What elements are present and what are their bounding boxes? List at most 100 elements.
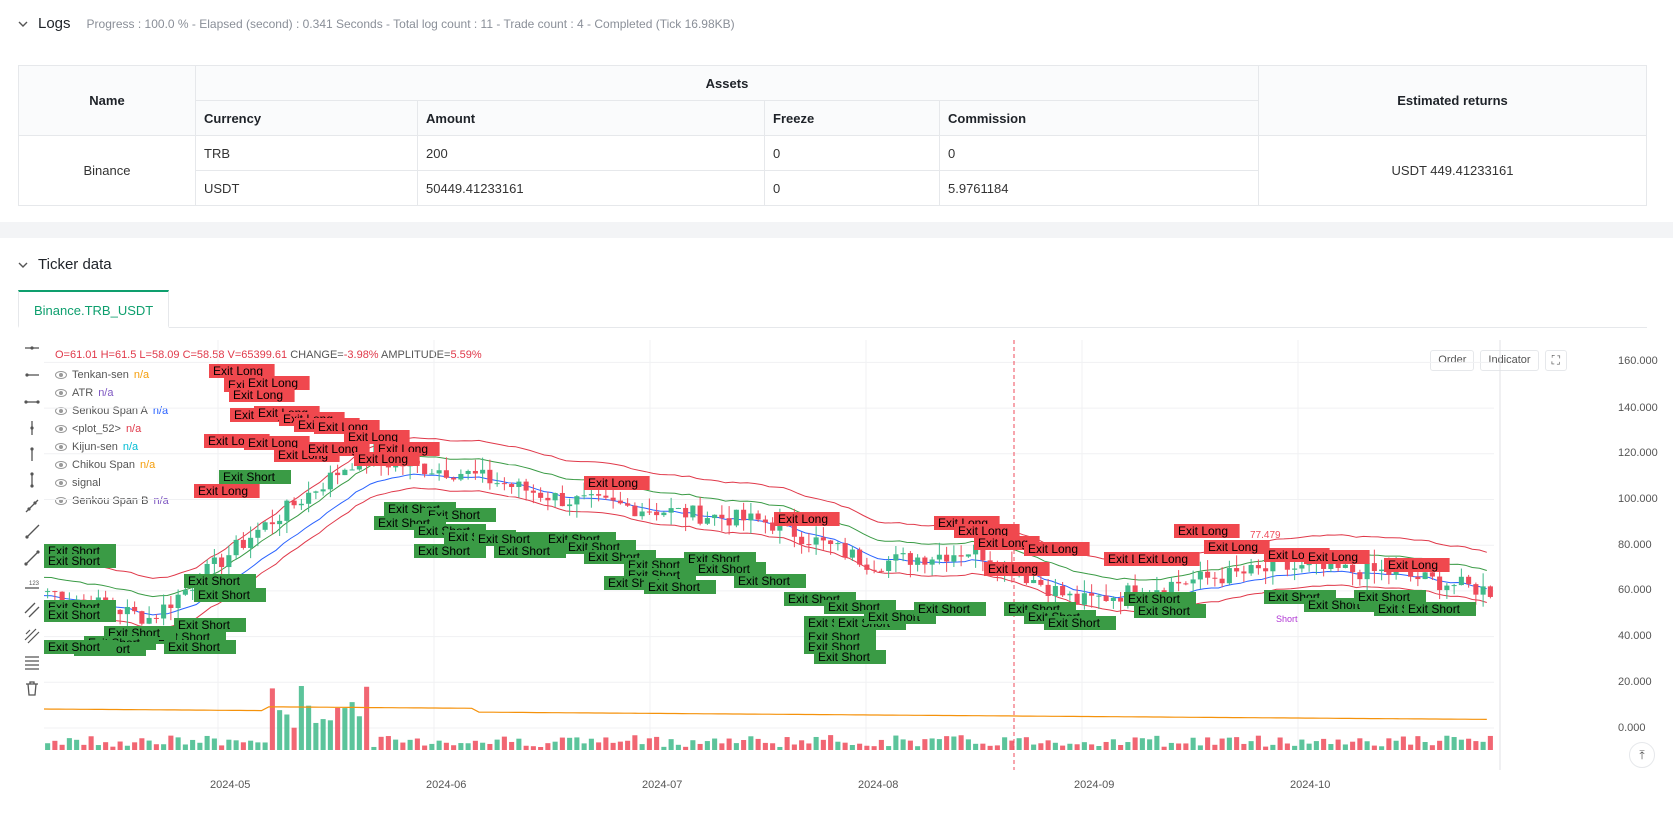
column-amount: Amount <box>417 100 765 136</box>
candle-body <box>139 611 145 624</box>
volume-bar <box>66 738 72 750</box>
tab-binance-trb-usdt[interactable]: Binance.TRB_USDT <box>18 290 170 328</box>
chevron-down-icon[interactable] <box>18 260 28 270</box>
volume-bar <box>1176 743 1182 750</box>
volume-bar <box>1002 737 1008 750</box>
candle-body <box>1110 597 1116 601</box>
volume-bar <box>806 743 812 750</box>
candle-body <box>1045 584 1051 596</box>
volume-bar <box>175 737 181 750</box>
volume-bar <box>1139 738 1145 750</box>
volume-bar <box>1248 741 1254 750</box>
exit-short-marker: Exit Short <box>164 640 236 654</box>
header-assets: Assets <box>195 65 1259 101</box>
volume-bar <box>755 738 761 750</box>
exit-short-marker: Exit Short <box>44 554 116 568</box>
volume-bar <box>907 740 913 750</box>
candle-body <box>277 520 283 525</box>
horizontal-segment-icon[interactable] <box>24 394 40 410</box>
candle-body <box>335 472 341 476</box>
candle-body <box>262 522 268 530</box>
candle-body <box>1226 568 1232 584</box>
volume-bar <box>857 743 863 750</box>
candle-body <box>1284 561 1290 570</box>
vertical-segment-icon[interactable] <box>24 472 40 488</box>
candle-body <box>567 504 573 507</box>
volume-bar <box>871 746 877 750</box>
ticker-header[interactable]: Ticker data <box>18 256 112 273</box>
volume-bar <box>1408 744 1414 750</box>
vertical-line-icon[interactable] <box>24 420 40 436</box>
exit-short-marker: Exit Short <box>914 602 986 616</box>
candle-body <box>951 555 957 562</box>
volume-bar <box>161 744 167 750</box>
drawing-toolbar: 123 <box>18 340 46 740</box>
ray-line-icon[interactable] <box>24 524 40 540</box>
fib-levels-icon[interactable] <box>24 654 40 670</box>
y-tick-label: 160.000 <box>1618 355 1658 367</box>
volume-bar <box>987 745 993 750</box>
svg-text:Exit Long: Exit Long <box>1308 550 1358 564</box>
volume-bar <box>385 736 391 750</box>
svg-text:Exit Long: Exit Long <box>978 536 1028 550</box>
volume-bar <box>1205 737 1211 750</box>
candle-body <box>291 500 297 506</box>
candle-body <box>124 606 130 615</box>
volume-bar <box>153 744 159 750</box>
volume-bar <box>559 737 565 750</box>
volume-bar <box>799 740 805 750</box>
volume-bar <box>1023 737 1029 750</box>
volume-bar <box>878 739 884 750</box>
candle-body <box>248 537 254 548</box>
chevron-down-icon[interactable] <box>18 19 28 29</box>
volume-bar <box>400 742 406 750</box>
fibonacci-icon[interactable] <box>24 628 40 644</box>
vertical-ray-icon[interactable] <box>24 446 40 462</box>
horizontal-line-icon[interactable] <box>24 340 40 356</box>
cell-currency: TRB <box>195 135 418 171</box>
volume-bar <box>103 742 109 750</box>
scroll-to-latest-icon[interactable]: ⤒ <box>1629 742 1655 768</box>
segment-line-icon[interactable] <box>24 550 40 566</box>
candle-body <box>864 564 870 570</box>
trend-line-icon[interactable] <box>24 498 40 514</box>
column-currency: Currency <box>195 100 418 136</box>
volume-bar <box>88 736 94 750</box>
price-chart[interactable]: 123 O=61.01 H=61.5 L=58.09 C=58.58 V=653… <box>18 340 1658 832</box>
volume-bar <box>1386 738 1392 750</box>
candle-body <box>762 519 768 523</box>
candle-body <box>320 489 326 492</box>
price-label-icon[interactable]: 123 <box>24 576 40 592</box>
volume-bar <box>509 741 515 750</box>
candle-body <box>617 500 623 504</box>
volume-bar <box>704 741 710 750</box>
horizontal-ray-icon[interactable] <box>24 367 40 383</box>
short-signal-label: Short <box>1276 614 1298 624</box>
exit-short-marker: Exit Short <box>194 588 266 602</box>
candle-body <box>52 591 58 593</box>
volume-bar <box>661 746 667 750</box>
candle-body <box>893 554 899 561</box>
volume-bar <box>255 742 261 750</box>
trash-icon[interactable] <box>24 680 40 696</box>
svg-text:Exit Long: Exit Long <box>778 512 828 526</box>
chart-plot-area[interactable]: Exit Long Exit Long Exit Long Exit Long Exit… <box>43 340 1614 810</box>
volume-bar <box>313 722 319 750</box>
volume-bar <box>248 740 254 750</box>
candle-body <box>733 509 739 526</box>
logs-header[interactable]: Logs Progress : 100.0 % - Elapsed (secon… <box>18 15 735 32</box>
volume-bar <box>770 743 776 750</box>
exit-short-marker: Exit Short <box>494 544 566 558</box>
header-name: Name <box>18 65 196 136</box>
parallel-channel-icon[interactable] <box>24 602 40 618</box>
volume-bar <box>697 743 703 750</box>
exit-long-marker: Exit Long <box>1134 552 1200 566</box>
volume-bar <box>835 741 841 750</box>
volume-bar <box>951 736 957 750</box>
exit-short-marker: Exit Short <box>1404 602 1476 616</box>
cell-commission: 0 <box>939 135 1259 171</box>
column-commission: Commission <box>939 100 1259 136</box>
volume-bar <box>81 744 87 750</box>
volume-bar <box>1292 745 1298 750</box>
volume-bar <box>240 742 246 750</box>
